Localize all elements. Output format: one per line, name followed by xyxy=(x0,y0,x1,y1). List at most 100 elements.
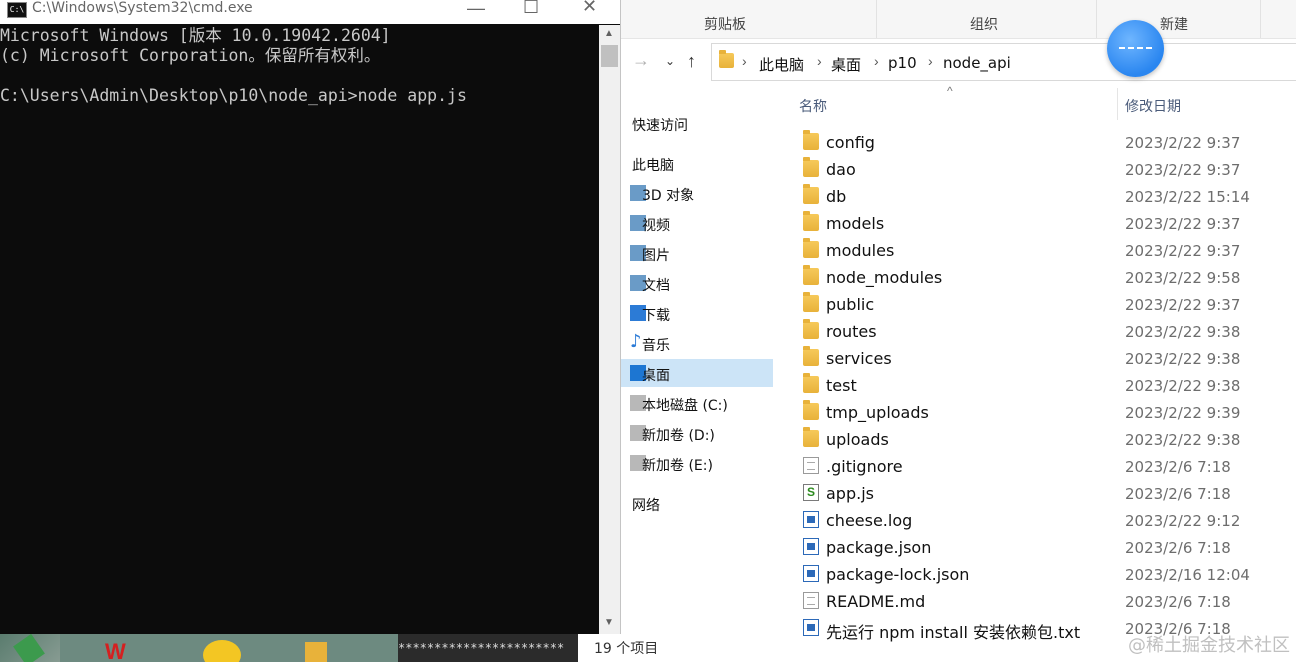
nav-item[interactable]: 此电脑 xyxy=(620,149,773,177)
file-modified-date: 2023/2/22 9:39 xyxy=(1125,404,1241,422)
breadcrumb-node-api[interactable]: node_api xyxy=(943,54,1011,72)
address-bar[interactable]: › 此电脑 › 桌面 › p10 › node_api xyxy=(711,43,1296,81)
console-output[interactable]: Microsoft Windows [版本 10.0.19042.2604] (… xyxy=(0,25,599,634)
minimize-icon[interactable]: — xyxy=(467,0,485,19)
nav-item[interactable]: 快速访问 xyxy=(620,109,773,137)
text-file-icon xyxy=(803,592,819,609)
folder-row[interactable]: uploads 2023/2/22 9:38 xyxy=(790,425,1296,452)
nav-item[interactable]: 视频 xyxy=(620,209,773,237)
file-modified-date: 2023/2/22 15:14 xyxy=(1125,188,1250,206)
folder-icon xyxy=(803,130,819,150)
folder-row[interactable]: config 2023/2/22 9:37 xyxy=(790,128,1296,155)
ribbon-group-clipboard[interactable]: 剪贴板 xyxy=(704,14,746,34)
folder-row[interactable]: services 2023/2/22 9:38 xyxy=(790,344,1296,371)
up-arrow-icon[interactable]: ↑ xyxy=(687,51,696,72)
folder-row[interactable]: tmp_uploads 2023/2/22 9:39 xyxy=(790,398,1296,425)
scroll-up-arrow-icon[interactable]: ▲ xyxy=(604,28,614,39)
breadcrumb-separator[interactable]: › xyxy=(742,53,747,69)
breadcrumb-separator[interactable]: › xyxy=(817,53,822,69)
column-header-modified[interactable]: 修改日期 xyxy=(1125,96,1181,116)
folder-icon xyxy=(803,265,819,285)
file-row[interactable]: README.md 2023/2/6 7:18 xyxy=(790,587,1296,614)
nav-item-label: 新加卷 (E:) xyxy=(642,458,713,474)
nav-item[interactable]: 图片 xyxy=(620,239,773,267)
file-name: .gitignore xyxy=(826,457,903,476)
file-modified-date: 2023/2/22 9:37 xyxy=(1125,215,1241,233)
recent-locations-chevron-icon[interactable]: ⌄ xyxy=(665,54,675,68)
folder-icon xyxy=(719,50,734,68)
file-modified-date: 2023/2/22 9:12 xyxy=(1125,512,1241,530)
nav-item-label: 网络 xyxy=(632,498,660,514)
file-name: 先运行 npm install 安装依赖包.txt xyxy=(826,623,1081,642)
file-row[interactable]: cheese.log 2023/2/22 9:12 xyxy=(790,506,1296,533)
file-name: public xyxy=(826,295,875,314)
cmd-title-bar[interactable]: C:\ C:\Windows\System32\cmd.exe — ☐ ✕ xyxy=(0,0,620,24)
file-icon xyxy=(803,565,819,582)
file-name: package.json xyxy=(826,538,932,557)
column-header-name[interactable]: 名称 xyxy=(799,96,827,116)
breadcrumb-separator[interactable]: › xyxy=(928,53,933,69)
file-row[interactable]: package-lock.json 2023/2/16 12:04 xyxy=(790,560,1296,587)
folder-row[interactable]: node_modules 2023/2/22 9:58 xyxy=(790,263,1296,290)
nav-item[interactable]: 文档 xyxy=(620,269,773,297)
scrollbar-thumb[interactable] xyxy=(601,45,618,67)
folder-icon xyxy=(803,157,819,177)
file-modified-date: 2023/2/22 9:38 xyxy=(1125,323,1241,341)
file-row[interactable]: package.json 2023/2/6 7:18 xyxy=(790,533,1296,560)
ribbon-group-organize[interactable]: 组织 xyxy=(970,14,998,34)
breadcrumb-this-pc[interactable]: 此电脑 xyxy=(759,54,804,75)
nav-item[interactable]: 新加卷 (E:) xyxy=(620,449,773,477)
nav-item[interactable]: ♪ 音乐 xyxy=(620,329,773,357)
folder-row[interactable]: dao 2023/2/22 9:37 xyxy=(790,155,1296,182)
ribbon-divider xyxy=(876,0,877,38)
folder-row[interactable]: modules 2023/2/22 9:37 xyxy=(790,236,1296,263)
forward-arrow-icon[interactable]: → xyxy=(632,50,650,71)
cmd-scrollbar[interactable]: ▲ ▼ xyxy=(599,25,620,634)
file-name: services xyxy=(826,349,892,368)
scroll-down-arrow-icon[interactable]: ▼ xyxy=(604,617,614,628)
nav-item[interactable]: 新加卷 (D:) xyxy=(620,419,773,447)
folder-icon xyxy=(803,373,819,393)
breadcrumb-p10[interactable]: p10 xyxy=(888,54,917,72)
folder-row[interactable]: models 2023/2/22 9:37 xyxy=(790,209,1296,236)
status-item-count: 19 个项目 xyxy=(594,641,659,657)
green-app-icon[interactable] xyxy=(203,640,241,662)
file-name: uploads xyxy=(826,430,889,449)
ribbon-group-new[interactable]: 新建 xyxy=(1160,14,1188,34)
breadcrumb-separator[interactable]: › xyxy=(874,53,879,69)
nav-item[interactable]: 本地磁盘 (C:) xyxy=(620,389,773,417)
file-name: app.js xyxy=(826,484,874,503)
folder-icon xyxy=(803,427,819,447)
nav-item[interactable]: 桌面 xyxy=(620,359,773,387)
ribbon-divider xyxy=(1096,0,1097,38)
folder-row[interactable]: db 2023/2/22 15:14 xyxy=(790,182,1296,209)
file-modified-date: 2023/2/16 12:04 xyxy=(1125,566,1250,584)
folder-app-icon[interactable] xyxy=(305,642,327,662)
file-name: README.md xyxy=(826,592,926,611)
console-line: Microsoft Windows [版本 10.0.19042.2604] xyxy=(0,26,391,45)
file-row[interactable]: .gitignore 2023/2/6 7:18 xyxy=(790,452,1296,479)
folder-row[interactable]: public 2023/2/22 9:37 xyxy=(790,290,1296,317)
floating-assistant-ball[interactable] xyxy=(1107,20,1164,77)
nav-item[interactable]: 3D 对象 xyxy=(620,179,773,207)
nav-item-label: 音乐 xyxy=(642,338,670,354)
folder-row[interactable]: routes 2023/2/22 9:38 xyxy=(790,317,1296,344)
wps-app-icon[interactable]: W xyxy=(105,641,145,662)
file-modified-date: 2023/2/22 9:38 xyxy=(1125,350,1241,368)
file-modified-date: 2023/2/22 9:37 xyxy=(1125,242,1241,260)
text-file-icon xyxy=(803,457,819,474)
close-icon[interactable]: ✕ xyxy=(582,0,597,17)
maximize-icon[interactable]: ☐ xyxy=(523,0,539,18)
nav-item[interactable]: 网络 xyxy=(620,489,773,517)
file-name: tmp_uploads xyxy=(826,403,929,422)
folder-row[interactable]: test 2023/2/22 9:38 xyxy=(790,371,1296,398)
nav-item[interactable]: 下载 xyxy=(620,299,773,327)
taskbar-strip: W *********************** xyxy=(0,634,578,662)
folder-icon xyxy=(803,211,819,231)
breadcrumb-desktop[interactable]: 桌面 xyxy=(831,54,861,75)
folder-icon xyxy=(803,184,819,204)
column-divider[interactable] xyxy=(1117,88,1118,120)
script-file-icon xyxy=(803,484,819,501)
file-row[interactable]: app.js 2023/2/6 7:18 xyxy=(790,479,1296,506)
file-modified-date: 2023/2/22 9:38 xyxy=(1125,431,1241,449)
